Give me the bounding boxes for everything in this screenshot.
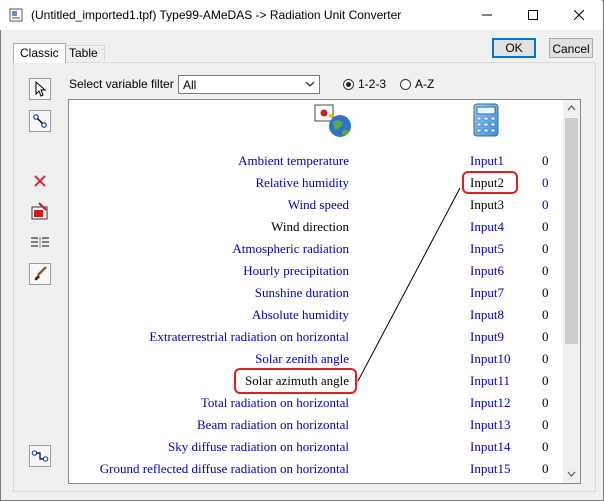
cancel-button[interactable]: Cancel bbox=[549, 38, 593, 58]
ok-button[interactable]: OK bbox=[492, 38, 536, 58]
target-input-3[interactable]: Input3 bbox=[470, 197, 504, 213]
source-variable-wind-speed[interactable]: Wind speed bbox=[288, 197, 349, 213]
source-variable-atmospheric-radiation[interactable]: Atmospheric radiation bbox=[232, 241, 349, 257]
target-input-15[interactable]: Input15 bbox=[470, 461, 510, 477]
source-variable-total-radiation[interactable]: Total radiation on horizontal bbox=[201, 395, 349, 411]
input-value: 0 bbox=[542, 307, 549, 322]
input-value: 0 bbox=[542, 395, 549, 410]
scroll-up-icon[interactable] bbox=[567, 105, 576, 111]
auto-link-tool-button[interactable] bbox=[29, 445, 51, 467]
sort-numeric-label: 1-2-3 bbox=[358, 77, 387, 91]
source-variable-sunshine-duration[interactable]: Sunshine duration bbox=[255, 285, 349, 301]
align-icon bbox=[31, 236, 49, 248]
delete-link-tool-button[interactable] bbox=[29, 200, 51, 222]
vertical-scrollbar[interactable] bbox=[563, 100, 580, 483]
target-input-13[interactable]: Input13 bbox=[470, 417, 510, 433]
variable-filter-select[interactable]: All bbox=[178, 75, 320, 94]
input-value: 0 bbox=[542, 241, 549, 256]
input-value: 0 bbox=[542, 153, 549, 168]
target-input-10[interactable]: Input10 bbox=[470, 351, 510, 367]
target-input-9[interactable]: Input9 bbox=[470, 329, 504, 345]
filter-selected-value: All bbox=[183, 78, 197, 92]
highlight-solar-azimuth-angle bbox=[234, 368, 357, 394]
scroll-down-icon[interactable] bbox=[567, 471, 576, 477]
target-input-8[interactable]: Input8 bbox=[470, 307, 504, 323]
source-variable-absolute-humidity[interactable]: Absolute humidity bbox=[252, 307, 349, 323]
maximize-button[interactable] bbox=[510, 0, 556, 30]
input-value: 0 bbox=[542, 373, 549, 388]
input-value: 0 bbox=[542, 219, 549, 234]
target-input-11[interactable]: Input11 bbox=[470, 373, 510, 389]
scrollbar-thumb[interactable] bbox=[565, 118, 578, 344]
paint-tool-button[interactable] bbox=[29, 263, 51, 285]
target-input-4[interactable]: Input4 bbox=[470, 219, 504, 235]
window-title: (Untitled_imported1.tpf) Type99-AMeDAS -… bbox=[31, 8, 402, 22]
input-value: 0 bbox=[542, 439, 549, 454]
sort-alpha-label: A-Z bbox=[415, 77, 435, 91]
weather-station-icon bbox=[313, 103, 353, 142]
target-input-14[interactable]: Input14 bbox=[470, 439, 510, 455]
source-variable-wind-direction[interactable]: Wind direction bbox=[271, 219, 349, 235]
tab-classic[interactable]: Classic bbox=[13, 43, 66, 63]
pointer-icon bbox=[35, 81, 47, 97]
highlight-input2 bbox=[462, 171, 518, 194]
target-input-1[interactable]: Input1 bbox=[470, 153, 504, 169]
input-value: 0 bbox=[542, 351, 549, 366]
close-button[interactable] bbox=[556, 0, 602, 30]
source-variable-hourly-precipitation[interactable]: Hourly precipitation bbox=[243, 263, 349, 279]
align-tool-button[interactable] bbox=[29, 231, 51, 253]
target-input-6[interactable]: Input6 bbox=[470, 263, 504, 279]
input-value: 0 bbox=[542, 417, 549, 432]
source-variable-sky-diffuse-radiation[interactable]: Sky diffuse radiation on horizontal bbox=[168, 439, 349, 455]
source-variable-relative-humidity[interactable]: Relative humidity bbox=[255, 175, 349, 191]
source-variable-ground-reflected-radiation[interactable]: Ground reflected diffuse radiation on ho… bbox=[100, 461, 349, 477]
radio-unchecked-icon bbox=[400, 78, 411, 90]
target-input-5[interactable]: Input5 bbox=[470, 241, 504, 257]
input-value: 0 bbox=[542, 461, 549, 476]
source-variable-beam-radiation[interactable]: Beam radiation on horizontal bbox=[197, 417, 349, 433]
source-variable-ambient-temperature[interactable]: Ambient temperature bbox=[238, 153, 349, 169]
input-value: 0 bbox=[542, 285, 549, 300]
auto-link-icon bbox=[31, 450, 49, 462]
tab-table[interactable]: Table bbox=[62, 45, 105, 61]
input-value: 0 bbox=[542, 175, 549, 190]
target-input-7[interactable]: Input7 bbox=[470, 285, 504, 301]
calculator-icon bbox=[472, 103, 500, 140]
app-icon bbox=[9, 8, 23, 22]
input-value: 0 bbox=[542, 197, 549, 212]
filter-label: Select variable filter : bbox=[69, 77, 181, 91]
source-variable-extraterrestrial-radiation[interactable]: Extraterrestrial radiation on horizontal bbox=[149, 329, 349, 345]
link-icon bbox=[33, 114, 47, 128]
sort-radio-alpha[interactable]: A-Z bbox=[400, 77, 434, 91]
radio-checked-icon bbox=[343, 78, 354, 90]
source-variable-solar-zenith-angle[interactable]: Solar zenith angle bbox=[255, 351, 349, 367]
sort-radio-numeric[interactable]: 1-2-3 bbox=[343, 77, 386, 91]
delete-x-icon bbox=[34, 175, 46, 187]
delete-link-icon bbox=[31, 202, 48, 220]
input-value: 0 bbox=[542, 263, 549, 278]
minimize-button[interactable] bbox=[464, 0, 510, 30]
target-input-12[interactable]: Input12 bbox=[470, 395, 510, 411]
delete-tool-button[interactable] bbox=[29, 170, 51, 192]
link-tool-button[interactable] bbox=[29, 110, 51, 132]
pointer-tool-button[interactable] bbox=[29, 78, 51, 100]
paintbrush-icon bbox=[34, 266, 47, 281]
input-value: 0 bbox=[542, 329, 549, 344]
chevron-down-icon bbox=[305, 81, 315, 87]
title-bar[interactable]: (Untitled_imported1.tpf) Type99-AMeDAS -… bbox=[0, 0, 602, 30]
